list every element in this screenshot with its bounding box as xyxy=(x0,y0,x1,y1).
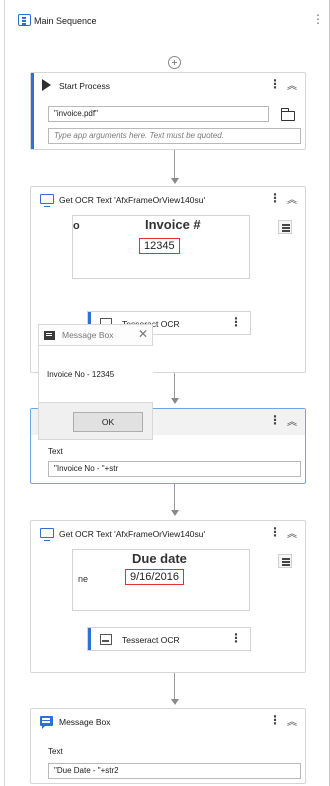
start-process-more-icon[interactable]: ⋮ xyxy=(269,77,281,91)
connector-arrow xyxy=(171,178,179,184)
add-activity-icon[interactable] xyxy=(168,56,181,69)
ocr-engine-more-icon[interactable]: ⋮ xyxy=(230,631,242,645)
activity-accent xyxy=(31,73,34,149)
ocr-title: Get OCR Text 'AfxFrameOrView140su' xyxy=(59,195,206,205)
preview-menu-icon[interactable] xyxy=(278,220,292,234)
message-box-dialog-footer: OK xyxy=(38,402,153,440)
start-process-title: Start Process xyxy=(59,81,111,91)
get-ocr-text-activity[interactable]: Get OCR Text 'AfxFrameOrView140su' ⋮ ︽ D… xyxy=(30,520,306,673)
file-name-input[interactable]: "invoice.pdf" xyxy=(48,106,269,122)
ocr-engine[interactable]: Tesseract OCR ⋮ xyxy=(87,627,251,651)
connector-line xyxy=(174,673,175,701)
message-box-more-icon[interactable]: ⋮ xyxy=(269,713,281,727)
preview-left-text: o xyxy=(73,220,80,232)
ocr-engine-icon xyxy=(100,634,112,645)
header-more-icon[interactable]: ⋮ xyxy=(312,12,324,26)
message-box-more-icon[interactable]: ⋮ xyxy=(269,413,281,427)
connector-arrow xyxy=(171,510,179,516)
close-icon[interactable]: ✕ xyxy=(138,327,148,341)
message-box-dialog-body: Invoice No - 12345 xyxy=(38,346,153,402)
ocr-collapse-icon[interactable]: ︽ xyxy=(287,191,297,206)
connector-arrow xyxy=(171,398,179,404)
message-box-icon xyxy=(40,716,53,729)
play-icon xyxy=(42,79,51,91)
message-box-title: Message Box xyxy=(59,717,111,727)
start-process-activity[interactable]: Start Process ⋮ ︽ "invoice.pdf" Type app… xyxy=(30,72,306,150)
sequence-icon xyxy=(18,14,31,26)
text-field-input[interactable]: "Due Date - "+str2 xyxy=(48,763,301,779)
left-border xyxy=(0,0,5,786)
connector-line xyxy=(174,484,175,512)
text-field-input[interactable]: "Invoice No - "+str xyxy=(48,461,301,477)
ocr-collapse-icon[interactable]: ︽ xyxy=(287,525,297,540)
ocr-more-icon[interactable]: ⋮ xyxy=(269,191,281,205)
ocr-title: Get OCR Text 'AfxFrameOrView140su' xyxy=(59,529,206,539)
text-field-label: Text xyxy=(48,447,63,456)
sequence-header[interactable]: Main Sequence ⋮ xyxy=(6,8,326,34)
message-box-dialog-titlebar[interactable]: Message Box ✕ xyxy=(38,324,153,346)
message-box-dialog-icon xyxy=(44,331,55,340)
message-box-collapse-icon[interactable]: ︽ xyxy=(287,413,297,428)
folder-icon[interactable] xyxy=(280,108,295,121)
monitor-icon xyxy=(40,194,54,207)
screenshot-preview[interactable]: Due date ne 9/16/2016 xyxy=(72,549,250,611)
message-box-dialog-title: Message Box xyxy=(62,330,114,340)
ocr-engine-more-icon[interactable]: ⋮ xyxy=(230,315,242,329)
message-box-activity[interactable]: Message Box ⋮ ︽ Text "Due Date - "+str2 xyxy=(30,708,306,784)
preview-heading: Due date xyxy=(132,551,187,566)
text-field-label: Text xyxy=(48,747,63,756)
preview-highlighted-value: 12345 xyxy=(139,238,180,254)
preview-menu-icon[interactable] xyxy=(278,554,292,568)
message-box-dialog-text: Invoice No - 12345 xyxy=(47,370,115,379)
connector-line xyxy=(174,373,175,401)
arguments-input[interactable]: Type app arguments here. Text must be qu… xyxy=(48,128,301,144)
ocr-engine-label: Tesseract OCR xyxy=(122,635,180,645)
ok-button[interactable]: OK xyxy=(73,412,143,432)
message-box-collapse-icon[interactable]: ︽ xyxy=(287,713,297,728)
ocr-more-icon[interactable]: ⋮ xyxy=(269,525,281,539)
ocr-engine-accent xyxy=(88,628,91,650)
start-process-collapse-icon[interactable]: ︽ xyxy=(287,77,297,92)
preview-heading: Invoice # xyxy=(145,217,201,232)
preview-left-text: ne xyxy=(78,574,89,584)
connector-arrow xyxy=(171,699,179,705)
sequence-title: Main Sequence xyxy=(34,16,97,26)
screenshot-preview[interactable]: o Invoice # 12345 xyxy=(72,215,250,279)
connector-line xyxy=(174,150,175,178)
preview-highlighted-value: 9/16/2016 xyxy=(125,569,184,585)
monitor-icon xyxy=(40,528,54,541)
